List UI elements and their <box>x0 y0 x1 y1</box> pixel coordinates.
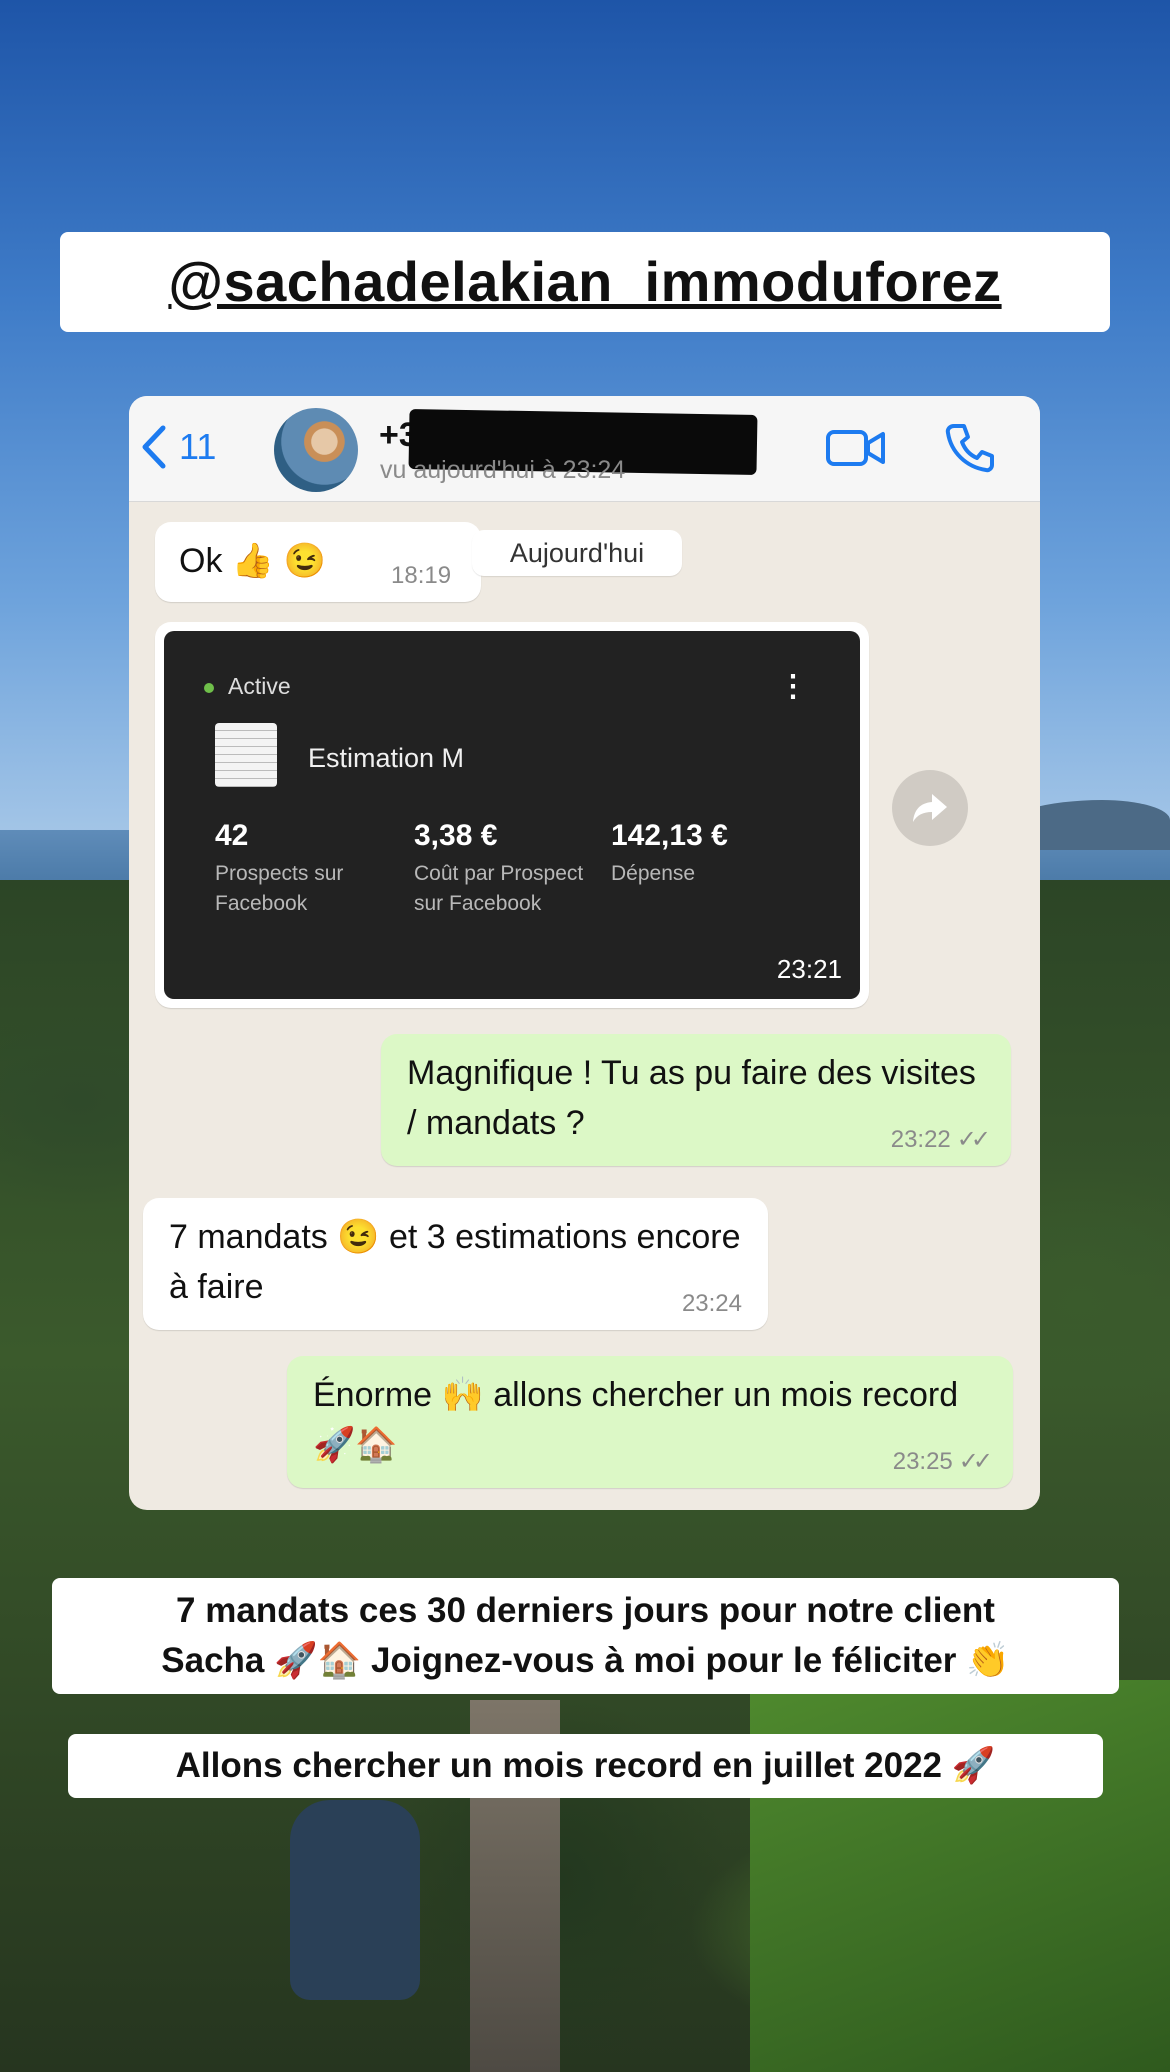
message-meta: 23:25 ✓✓ <box>892 1447 993 1476</box>
double-check-icon: ✓✓ <box>956 1126 991 1153</box>
message-time: 23:22 <box>890 1126 951 1153</box>
more-vertical-icon: ⋮ <box>778 670 808 703</box>
unread-count: 11 <box>179 426 217 467</box>
ad-thumbnail <box>215 723 277 787</box>
chevron-left-icon <box>142 425 166 469</box>
avatar[interactable] <box>274 408 358 492</box>
forward-button[interactable] <box>892 770 968 846</box>
caption-line: Sacha 🚀🏠 Joignez-vous à moi pour le féli… <box>161 1641 1010 1680</box>
parked-car <box>290 1800 420 2000</box>
stat-spend: 142,13 € Dépense <box>611 819 761 889</box>
message-time: 18:19 <box>391 562 452 589</box>
status-dot <box>204 682 214 693</box>
stat-label: Coût par Prospect sur Facebook <box>414 862 584 915</box>
message-time: 23:21 <box>776 954 842 984</box>
message-meta: 23:22 ✓✓ <box>890 1125 991 1154</box>
video-camera-icon[interactable] <box>825 426 887 470</box>
ad-stats-card: Active ⋮ Estimation M 42 Prospects sur F… <box>164 631 860 999</box>
chat-header: 11 +3 vu aujourd'hui à 23:24 <box>129 396 1040 502</box>
stat-prospects: 42 Prospects sur Facebook <box>215 819 385 919</box>
stat-value: 42 <box>215 819 249 852</box>
congrats-caption[interactable]: 7 mandats ces 30 derniers jours pour not… <box>52 1578 1119 1694</box>
phone-icon[interactable] <box>944 421 996 475</box>
double-check-icon: ✓✓ <box>958 1448 993 1475</box>
message-time: 23:25 <box>892 1448 953 1475</box>
stat-label: Dépense <box>611 862 696 885</box>
stat-value: 3,38 € <box>414 819 498 852</box>
message-time: 23:24 <box>681 1290 742 1317</box>
handle-sticker[interactable]: @sachadelakian_immoduforez <box>60 232 1110 332</box>
stat-label: Prospects sur Facebook <box>215 862 344 915</box>
back-button[interactable]: 11 <box>137 422 216 472</box>
message-text: Énorme 🙌 allons chercher un mois record … <box>313 1376 959 1464</box>
ad-status: Active <box>204 673 291 700</box>
message-text: 7 mandats 😉 et 3 estimations encore à fa… <box>169 1218 741 1306</box>
ad-title: Estimation M <box>308 743 465 773</box>
message-bubble-outgoing[interactable]: Énorme 🙌 allons chercher un mois record … <box>287 1356 1013 1488</box>
record-caption[interactable]: Allons chercher un mois record en juille… <box>68 1734 1103 1798</box>
caption-line: 7 mandats ces 30 derniers jours pour not… <box>176 1591 995 1630</box>
forward-icon <box>913 794 947 822</box>
image-message[interactable]: Active ⋮ Estimation M 42 Prospects sur F… <box>155 622 869 1008</box>
stat-cost-per-prospect: 3,38 € Coût par Prospect sur Facebook <box>414 819 584 919</box>
message-bubble-incoming[interactable]: Ok 👍 😉 18:19 <box>155 522 481 602</box>
stat-value: 142,13 € <box>611 819 728 852</box>
message-bubble-outgoing[interactable]: Magnifique ! Tu as pu faire des visites … <box>381 1034 1011 1166</box>
day-separator: Aujourd'hui <box>472 530 682 576</box>
last-seen: vu aujourd'hui à 23:24 <box>380 456 626 484</box>
message-bubble-incoming[interactable]: 7 mandats 😉 et 3 estimations encore à fa… <box>143 1198 768 1330</box>
message-text: Ok 👍 😉 <box>179 542 327 580</box>
chat-screenshot: 11 +3 vu aujourd'hui à 23:24 Ok 👍 😉 18:1… <box>129 396 1040 1510</box>
ad-status-label: Active <box>228 673 291 699</box>
